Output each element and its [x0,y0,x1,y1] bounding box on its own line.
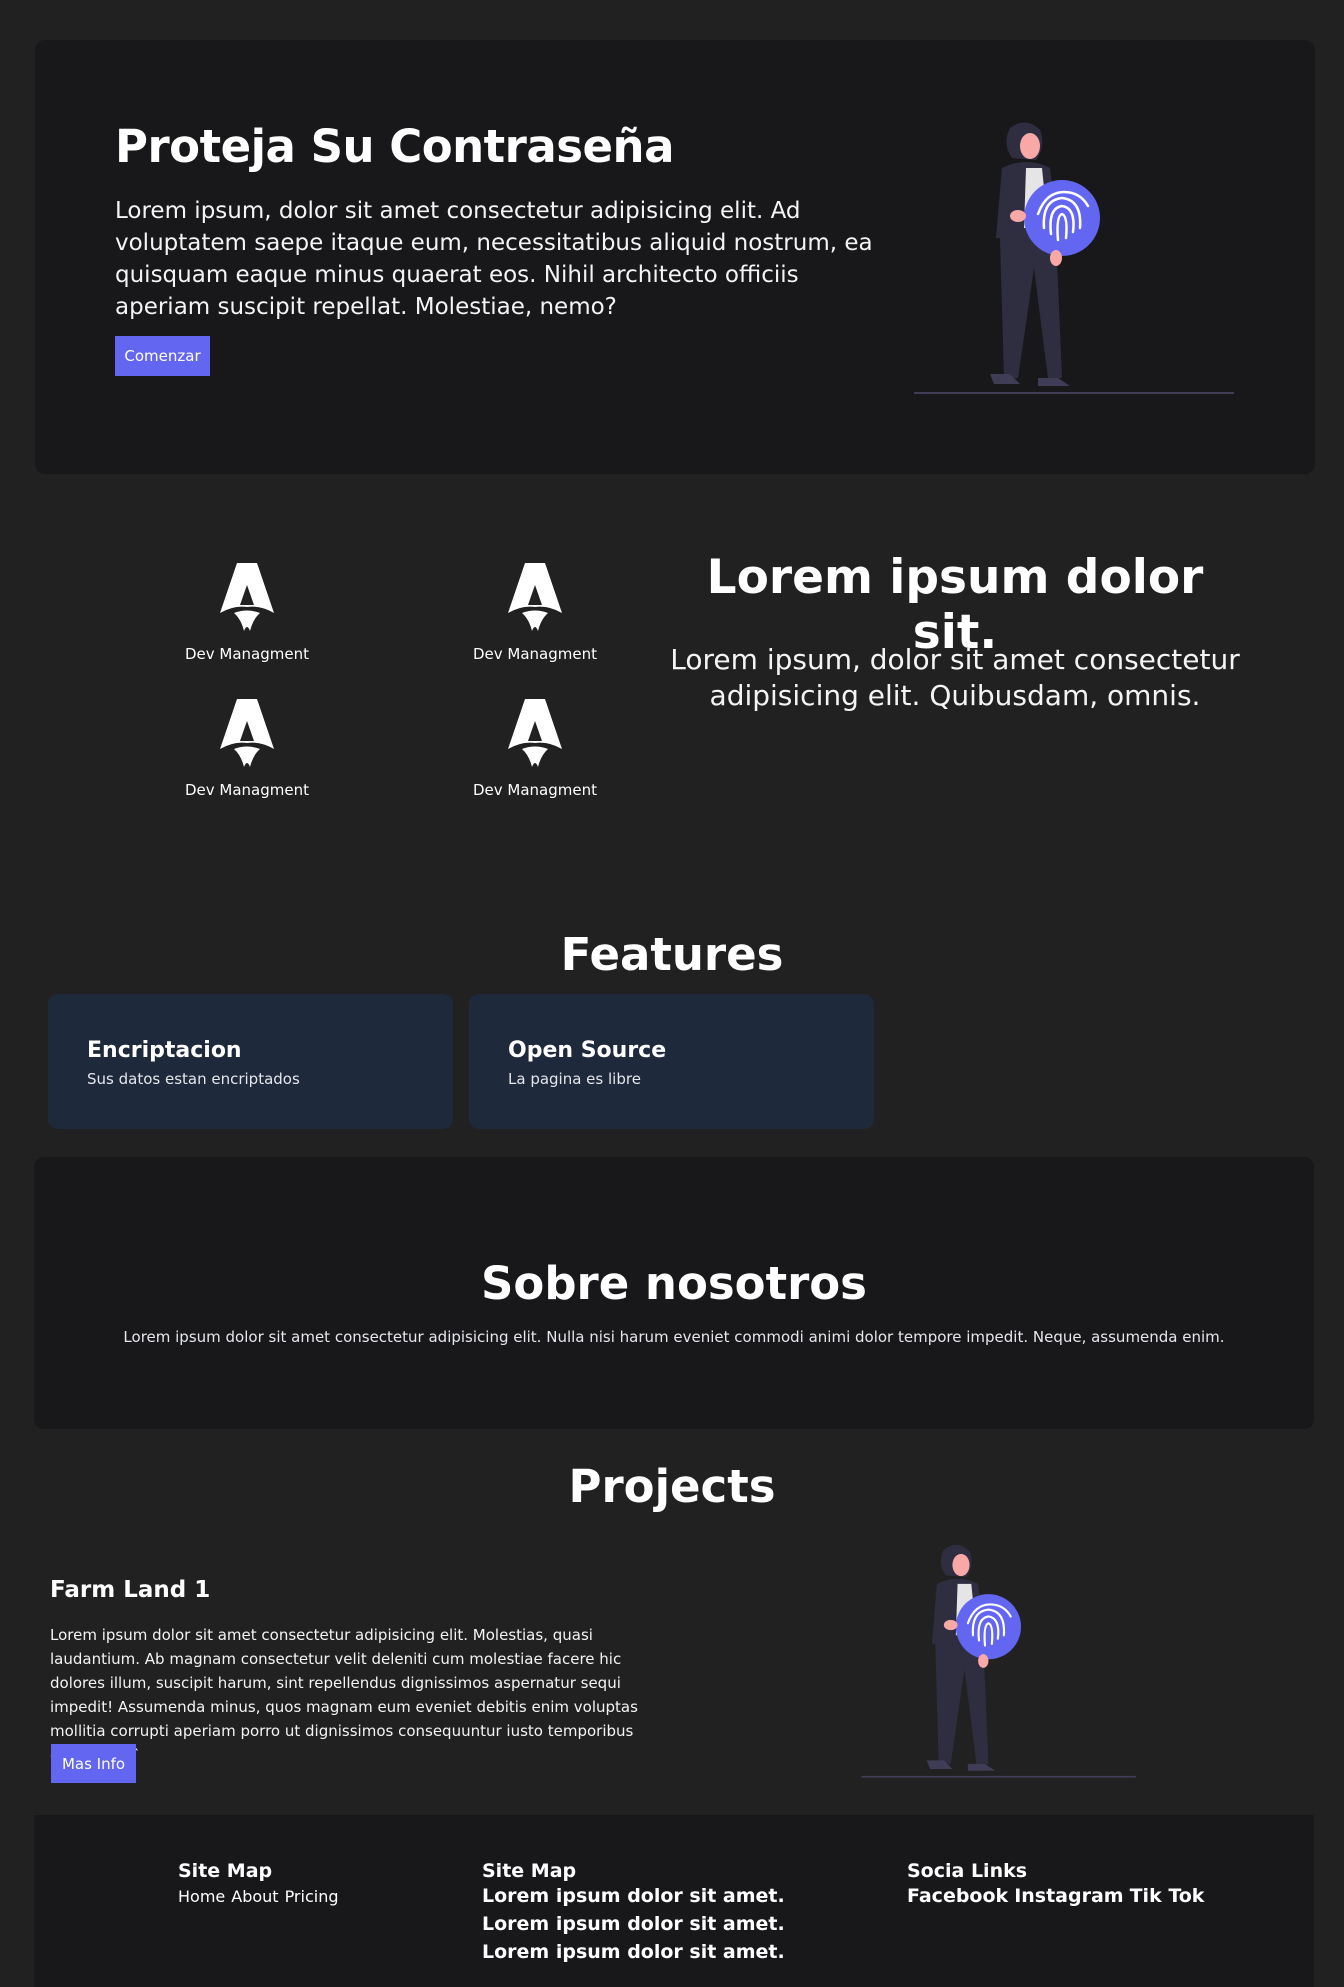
project-text: Lorem ipsum dolor sit amet consectetur a… [50,1626,638,1764]
footer-link-tiktok[interactable]: Tik Tok [1130,1885,1205,1907]
dev-item-label: Dev Managment [472,781,597,799]
dev-item-label: Dev Managment [184,645,309,663]
footer-heading: Socia Links [907,1860,1028,1882]
footer-link-about[interactable]: About [231,1887,278,1906]
footer-line: Lorem ipsum dolor sit amet. [482,1913,785,1935]
dev-item: Dev Managment [445,699,625,799]
about-text: Lorem ipsum dolor sit amet consectetur a… [123,1328,1225,1346]
about-section: Sobre nosotros Lorem ipsum dolor sit ame… [34,1157,1314,1429]
hero-title: Proteja Su Contraseña [115,120,674,173]
about-title: Sobre nosotros [481,1257,867,1310]
dev-item-label: Dev Managment [184,781,309,799]
feature-card: Open Source La pagina es libre [469,994,874,1129]
fingerprint-woman-illustration [861,1544,1136,1778]
dev-item: Dev Managment [157,563,337,663]
dev-item-label: Dev Managment [472,645,597,663]
footer: Site Map Home About Pricing Site Map Lorem… [34,1815,1314,1987]
feature-card-desc: Sus datos estan encriptados [87,1070,300,1088]
rocket-logo-icon [508,699,562,767]
rocket-logo-icon [220,563,274,631]
footer-col-social: Socia Links Facebook Instagram Tik Tok [907,1860,1210,1910]
footer-line: Lorem ipsum dolor sit amet. [482,1885,785,1907]
feature-card-title: Encriptacion [87,1038,242,1063]
rocket-logo-icon [220,699,274,767]
hero-text: Lorem ipsum, dolor sit amet consectetur … [115,198,873,320]
feature-card: Encriptacion Sus datos estan encriptados [48,994,453,1129]
footer-link-pricing[interactable]: Pricing [285,1887,339,1906]
footer-heading: Site Map [482,1860,577,1882]
project-title: Farm Land 1 [50,1577,211,1603]
mas-info-button[interactable]: Mas Info [51,1744,136,1783]
footer-col-sitemap: Site Map Home About Pricing [178,1860,345,1906]
footer-link-instagram[interactable]: Instagram [1014,1885,1123,1907]
projects-title: Projects [568,1460,776,1513]
feature-card-title: Open Source [508,1038,667,1063]
intro-text: Lorem ipsum, dolor sit amet consectetur … [670,643,1240,712]
fingerprint-woman-illustration [914,122,1234,394]
hero-section: Proteja Su Contraseña Lorem ipsum, dolor… [35,40,1315,474]
footer-heading: Site Map [178,1860,273,1882]
footer-link-facebook[interactable]: Facebook [907,1885,1008,1907]
rocket-logo-icon [508,563,562,631]
dev-item: Dev Managment [445,563,625,663]
footer-col-sitemap-2: Site Map Lorem ipsum dolor sit amet. Lor… [482,1860,785,1966]
dev-item: Dev Managment [157,699,337,799]
footer-line: Lorem ipsum dolor sit amet. [482,1941,785,1963]
footer-links: Home About Pricing [178,1887,345,1906]
feature-card-desc: La pagina es libre [508,1070,641,1088]
footer-link-home[interactable]: Home [178,1887,225,1906]
footer-social-links: Facebook Instagram Tik Tok [907,1882,1210,1910]
features-title: Features [560,928,784,981]
comenzar-button[interactable]: Comenzar [115,336,210,376]
